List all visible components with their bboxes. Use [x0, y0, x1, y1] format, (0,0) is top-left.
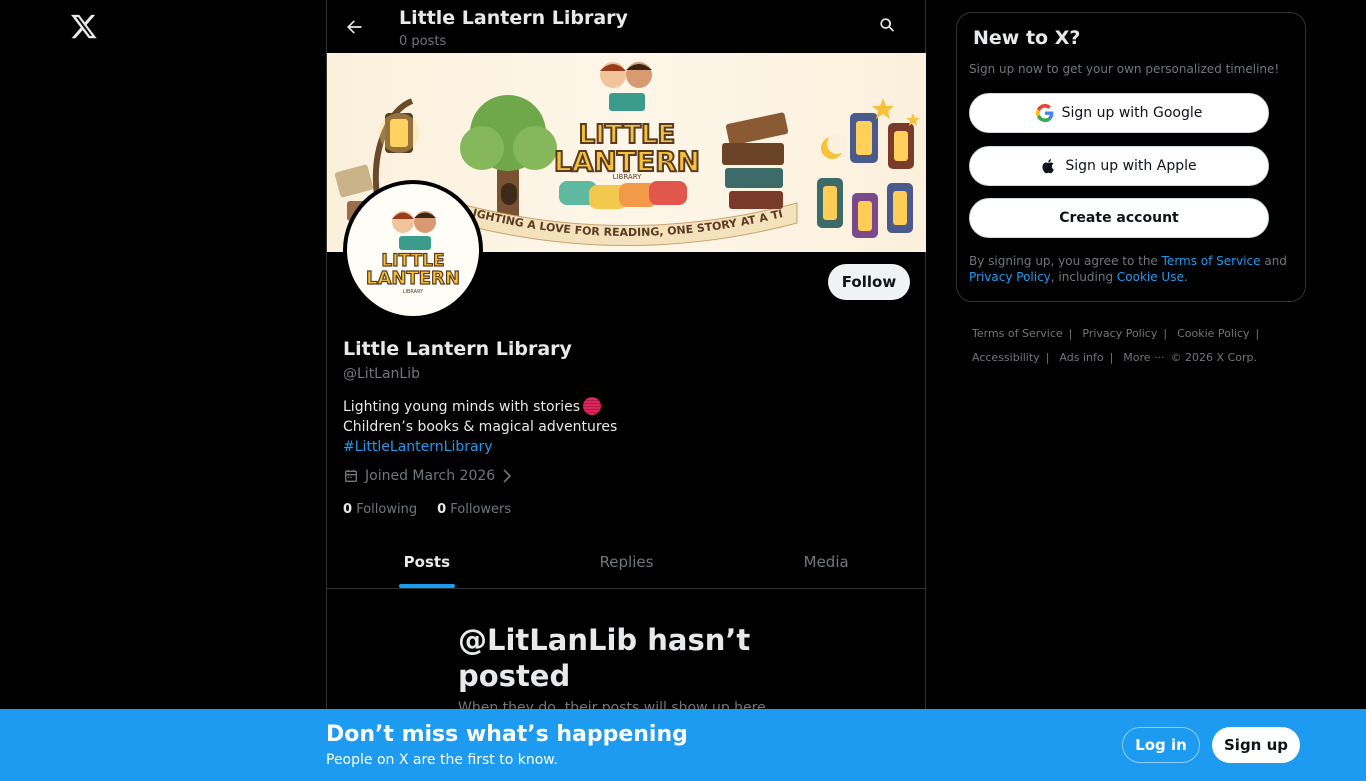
signup-prompt-title: Don’t miss what’s happening	[326, 722, 688, 747]
avatar-logo-line3: LIBRARY	[403, 289, 425, 295]
x-logo-icon[interactable]	[70, 12, 98, 40]
joined-date-text: Joined March 2026	[365, 468, 496, 484]
red-lantern-emoji-icon	[583, 397, 602, 415]
cookie-use-link[interactable]: Cookie Use.	[1117, 270, 1188, 284]
profile-avatar[interactable]: LITTLE LANTERN LIBRARY	[343, 180, 483, 320]
follow-stats: 0 Following 0 Followers	[343, 502, 511, 517]
footer-privacy-link[interactable]: Privacy Policy	[1082, 327, 1157, 340]
terms-of-service-link[interactable]: Terms of Service	[1162, 254, 1261, 268]
profile-handle: @LitLanLib	[343, 366, 421, 382]
tab-replies[interactable]: Replies	[527, 536, 727, 588]
header-title: Little Lantern Library	[399, 7, 628, 29]
search-icon[interactable]	[877, 15, 901, 39]
signup-prompt-subtitle: People on X are the first to know.	[326, 752, 558, 768]
profile-bio: Lighting young minds with stories Childr…	[343, 397, 617, 457]
profile-column: Little Lantern Library 0 posts LITTLE LA…	[326, 0, 926, 781]
bio-line-1: Lighting young minds with stories	[343, 399, 581, 415]
tab-media[interactable]: Media	[726, 536, 926, 588]
footer-terms-link[interactable]: Terms of Service	[972, 327, 1063, 340]
empty-state-title: @LitLanLib hasn’t posted	[458, 623, 751, 693]
profile-header-bar: Little Lantern Library 0 posts	[327, 0, 927, 53]
bio-line-2: Children’s books & magical adventures	[343, 419, 618, 435]
signup-card: New to X? Sign up now to get your own pe…	[956, 12, 1306, 302]
follow-button[interactable]: Follow	[828, 264, 910, 300]
apple-icon	[1042, 159, 1055, 174]
google-icon	[1035, 104, 1054, 122]
sign-up-google-button[interactable]: Sign up with Google	[969, 93, 1269, 133]
privacy-policy-link[interactable]: Privacy Policy	[969, 270, 1051, 284]
back-arrow-icon[interactable]	[341, 14, 367, 40]
footer-links: Terms of Service | Privacy Policy | Cookie P…	[972, 327, 1260, 364]
chevron-right-icon	[503, 469, 512, 483]
signup-prompt-bar: Don’t miss what’s happening People on X …	[0, 709, 1366, 781]
profile-tabs: Posts Replies Media	[327, 536, 926, 589]
banner-logo-line3: LIBRARY	[613, 173, 643, 181]
footer-ads-link[interactable]: Ads info	[1059, 351, 1103, 364]
footer-cookie-link[interactable]: Cookie Policy	[1177, 327, 1249, 340]
joined-date[interactable]: Joined March 2026	[343, 468, 513, 484]
profile-display-name: Little Lantern Library	[343, 338, 572, 360]
signup-card-subtitle: Sign up now to get your own personalized…	[969, 62, 1280, 76]
header-post-count: 0 posts	[399, 34, 447, 49]
footer-copyright: © 2026 X Corp.	[1170, 351, 1257, 364]
log-in-button[interactable]: Log in	[1122, 727, 1200, 763]
avatar-logo-line2: LANTERN	[366, 268, 460, 289]
calendar-icon	[345, 470, 357, 482]
sign-up-button[interactable]: Sign up	[1212, 727, 1300, 763]
bio-hashtag-link[interactable]: #LittleLanternLibrary	[343, 439, 493, 455]
footer-more-link[interactable]: More ···	[1123, 351, 1164, 364]
signup-card-title: New to X?	[973, 27, 1081, 49]
tab-posts[interactable]: Posts	[327, 536, 527, 588]
following-link[interactable]: 0 Following	[343, 502, 417, 517]
followers-link[interactable]: 0 Followers	[437, 502, 511, 517]
signup-legal-text: By signing up, you agree to the Terms of…	[969, 254, 1287, 284]
sign-up-apple-button[interactable]: Sign up with Apple	[969, 146, 1269, 186]
footer-accessibility-link[interactable]: Accessibility	[972, 351, 1040, 364]
create-account-button[interactable]: Create account	[969, 198, 1269, 238]
